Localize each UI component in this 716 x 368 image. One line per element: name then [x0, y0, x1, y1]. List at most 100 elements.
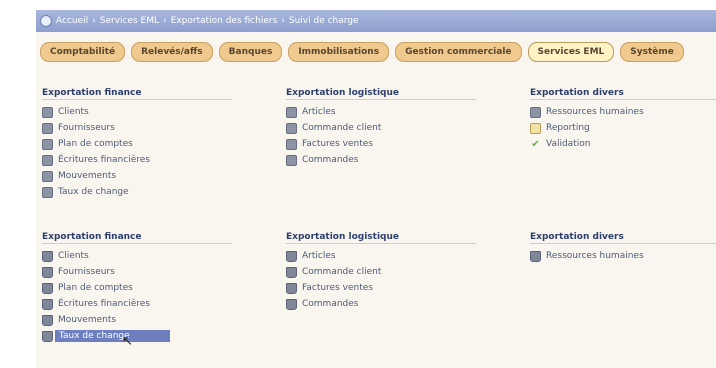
menu-item-clients[interactable]: Clients — [42, 248, 282, 264]
item-label: Commande client — [302, 267, 382, 277]
item-label: Fournisseurs — [58, 123, 115, 133]
upper-logistique-group: Exportation logistique Articles Commande… — [286, 88, 526, 168]
item-label: Écritures financières — [58, 155, 150, 165]
item-label: Commandes — [302, 155, 359, 165]
file-icon — [286, 138, 297, 150]
file-icon — [286, 122, 297, 134]
file-icon — [42, 154, 53, 166]
item-label: Clients — [58, 107, 89, 117]
menu-item-taux-change[interactable]: Taux de change — [42, 184, 282, 200]
item-label: Plan de comptes — [58, 283, 133, 293]
tab-immobilisations[interactable]: Immobilisations — [288, 42, 390, 62]
file-icon — [42, 138, 53, 150]
group-title: Exportation divers — [530, 88, 716, 100]
item-label: Ressources humaines — [546, 251, 644, 261]
item-label: Fournisseurs — [58, 267, 115, 277]
module-tabs: Comptabilité Relevés/affs Banques Immobi… — [36, 42, 684, 62]
tab-banques[interactable]: Banques — [218, 42, 283, 62]
database-icon — [42, 282, 53, 294]
lower-logistique-group: Exportation logistique Articles Commande… — [286, 232, 526, 312]
item-label: Taux de change — [58, 187, 129, 197]
database-icon — [42, 250, 53, 262]
group-title: Exportation finance — [42, 88, 232, 100]
file-icon — [42, 170, 53, 182]
item-label: Reporting — [546, 123, 590, 133]
checkmark-icon: ✔ — [531, 138, 540, 150]
menu-item-commande-client[interactable]: Commande client — [286, 264, 526, 280]
file-icon — [42, 186, 53, 198]
menu-item-taux-change[interactable]: Taux de change — [42, 328, 282, 344]
application-window: Accueil › Services EML › Exportation des f… — [36, 10, 716, 368]
menu-item-mouvements[interactable]: Mouvements — [42, 312, 282, 328]
title-bar: Accueil › Services EML › Exportation des f… — [36, 10, 716, 32]
breadcrumb-item[interactable]: Exportation des fichiers — [171, 16, 278, 26]
menu-item-factures-ventes[interactable]: Factures ventes — [286, 280, 526, 296]
item-label: Mouvements — [58, 171, 117, 181]
breadcrumb: Accueil › Services EML › Exportation des f… — [56, 16, 359, 26]
item-label: Articles — [302, 251, 336, 261]
menu-item-commandes[interactable]: Commandes — [286, 296, 526, 312]
item-label: Ressources humaines — [546, 107, 644, 117]
item-label: Factures ventes — [302, 283, 373, 293]
database-icon — [286, 266, 297, 278]
menu-item-ecritures[interactable]: Écritures financières — [42, 152, 282, 168]
breadcrumb-item[interactable]: Accueil — [56, 16, 88, 26]
item-label: Taux de change — [55, 330, 170, 342]
file-icon — [42, 122, 53, 134]
group-title: Exportation logistique — [286, 88, 476, 100]
database-icon — [286, 298, 297, 310]
item-label: Factures ventes — [302, 139, 373, 149]
menu-item-clients[interactable]: Clients — [42, 104, 282, 120]
database-icon — [286, 250, 297, 262]
menu-item-ressources-humaines[interactable]: Ressources humaines — [530, 248, 716, 264]
menu-item-mouvements[interactable]: Mouvements — [42, 168, 282, 184]
group-title: Exportation logistique — [286, 232, 476, 244]
menu-item-reporting[interactable]: Reporting — [530, 120, 716, 136]
item-label: Écritures financières — [58, 299, 150, 309]
item-label: Clients — [58, 251, 89, 261]
lower-divers-group: Exportation divers Ressources humaines — [530, 232, 716, 264]
menu-item-articles[interactable]: Articles — [286, 248, 526, 264]
lower-finance-group: Exportation finance Clients Fournisseurs… — [42, 232, 282, 344]
item-label: Commandes — [302, 299, 359, 309]
tab-systeme[interactable]: Système — [620, 42, 684, 62]
group-title: Exportation divers — [530, 232, 716, 244]
app-icon — [40, 15, 52, 27]
file-icon — [286, 154, 297, 166]
database-icon — [42, 330, 53, 342]
menu-item-articles[interactable]: Articles — [286, 104, 526, 120]
menu-item-plan-comptes[interactable]: Plan de comptes — [42, 136, 282, 152]
menu-item-fournisseurs[interactable]: Fournisseurs — [42, 264, 282, 280]
database-icon — [42, 298, 53, 310]
group-title: Exportation finance — [42, 232, 232, 244]
menu-item-commandes[interactable]: Commandes — [286, 152, 526, 168]
menu-item-validation[interactable]: ✔ Validation — [530, 136, 716, 152]
item-label: Articles — [302, 107, 336, 117]
mouse-cursor-icon: ↖ — [122, 334, 133, 349]
file-icon — [286, 106, 297, 118]
menu-item-ressources-humaines[interactable]: Ressources humaines — [530, 104, 716, 120]
tab-services-eml[interactable]: Services EML — [527, 42, 615, 62]
upper-divers-group: Exportation divers Ressources humaines R… — [530, 88, 716, 152]
breadcrumb-item: Suivi de charge — [288, 16, 359, 26]
tab-comptabilite[interactable]: Comptabilité — [40, 42, 126, 62]
database-icon — [286, 282, 297, 294]
menu-item-factures-ventes[interactable]: Factures ventes — [286, 136, 526, 152]
menu-item-commande-client[interactable]: Commande client — [286, 120, 526, 136]
item-label: Commande client — [302, 123, 382, 133]
menu-item-plan-comptes[interactable]: Plan de comptes — [42, 280, 282, 296]
database-icon — [530, 250, 541, 262]
item-label: Validation — [546, 139, 591, 149]
menu-item-ecritures[interactable]: Écritures financières — [42, 296, 282, 312]
database-icon — [42, 314, 53, 326]
database-icon — [42, 266, 53, 278]
tab-releves[interactable]: Relevés/affs — [131, 42, 213, 62]
file-icon — [530, 106, 541, 118]
menu-item-fournisseurs[interactable]: Fournisseurs — [42, 120, 282, 136]
tab-gestion-commerciale[interactable]: Gestion commerciale — [395, 42, 522, 62]
upper-finance-group: Exportation finance Clients Fournisseurs… — [42, 88, 282, 200]
document-icon — [530, 122, 541, 134]
breadcrumb-item[interactable]: Services EML — [100, 16, 159, 26]
item-label: Plan de comptes — [58, 139, 133, 149]
item-label: Mouvements — [58, 315, 117, 325]
